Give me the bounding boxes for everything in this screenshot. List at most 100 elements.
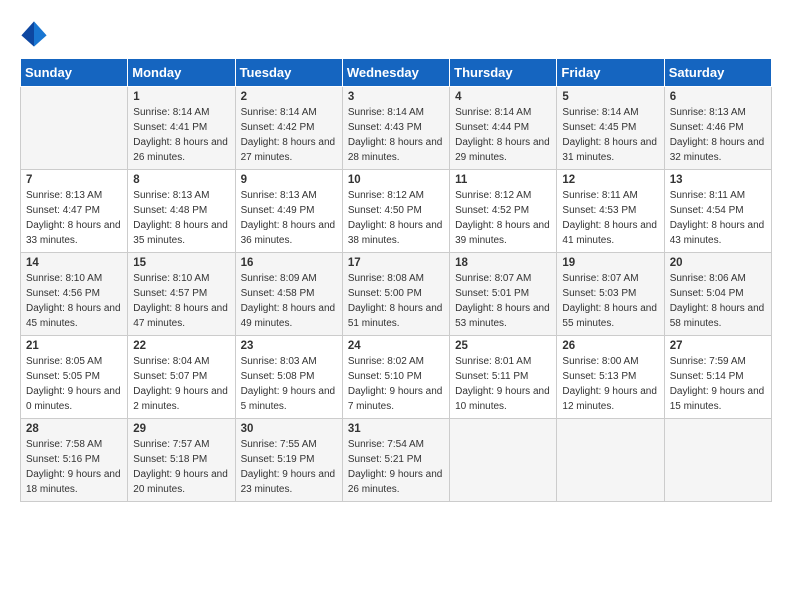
header-friday: Friday (557, 59, 664, 87)
cell-details: Sunrise: 8:07 AM Sunset: 5:01 PM Daylight:… (455, 271, 551, 331)
day-number: 18 (455, 257, 551, 269)
cell-details: Sunrise: 8:09 AMSunset: 4:58 PMDaylight:… (241, 271, 337, 331)
daylight-text: Daylight: 8 hours and 32 minutes. (670, 137, 765, 163)
sunset-text: Sunset: 4:45 PM (562, 122, 636, 133)
cell-details: Sunrise: 8:14 AMSunset: 4:41 PMDaylight:… (133, 105, 229, 165)
day-number: 1 (133, 91, 229, 103)
day-number: 27 (670, 340, 766, 352)
day-cell (664, 419, 771, 502)
cell-details: Sunrise: 8:13 AMSunset: 4:49 PMDaylight:… (241, 188, 337, 248)
day-cell: 29 Sunrise: 7:57 AMSunset: 5:18 PMDayligh… (128, 419, 235, 502)
sunset-text: Sunset: 5:03 PM (562, 288, 636, 299)
day-cell: 7Sunrise: 8:13 AMSunset: 4:47 PMDaylight… (21, 170, 128, 253)
day-number: 24 (348, 340, 444, 352)
cell-details: Sunrise: 8:04 AMSunset: 5:07 PMDaylight:… (133, 354, 229, 414)
daylight-text: Daylight: 8 hours and 31 minutes. (562, 137, 657, 163)
sunset-text: Sunset: 4:54 PM (670, 205, 744, 216)
sunrise-text: Sunrise: 8:14 AM (455, 107, 531, 118)
day-cell: 23Sunrise: 8:03 AMSunset: 5:08 PMDayligh… (235, 336, 342, 419)
sunrise-text: Sunrise: 7:57 AM (133, 439, 209, 450)
day-cell: 24Sunrise: 8:02 AMSunset: 5:10 PMDayligh… (342, 336, 449, 419)
cell-details: Sunrise: 8:10 AMSunset: 4:56 PMDaylight:… (26, 271, 122, 331)
daylight-text: Daylight: 9 hours and 12 minutes. (562, 386, 657, 412)
day-cell: 6Sunrise: 8:13 AMSunset: 4:46 PMDaylight… (664, 87, 771, 170)
cell-details: Sunrise: 7:59 AMSunset: 5:14 PMDaylight:… (670, 354, 766, 414)
calendar-body: 1 Sunrise: 8:14 AMSunset: 4:41 PMDaylight… (21, 87, 772, 502)
day-number: 10 (348, 174, 444, 186)
cell-details: Sunrise: 8:14 AMSunset: 4:42 PMDaylight:… (241, 105, 337, 165)
header-tuesday: Tuesday (235, 59, 342, 87)
day-cell: 21Sunrise: 8:05 AMSunset: 5:05 PMDayligh… (21, 336, 128, 419)
day-cell: 10Sunrise: 8:12 AMSunset: 4:50 PMDayligh… (342, 170, 449, 253)
day-cell: 14Sunrise: 8:10 AMSunset: 4:56 PMDayligh… (21, 253, 128, 336)
logo (20, 20, 52, 48)
sunrise-text: Sunrise: 8:07 AM (455, 273, 531, 284)
week-row-1: 7Sunrise: 8:13 AMSunset: 4:47 PMDaylight… (21, 170, 772, 253)
day-cell: 20Sunrise: 8:06 AMSunset: 5:04 PMDayligh… (664, 253, 771, 336)
daylight-text: Daylight: 9 hours and 7 minutes. (348, 386, 443, 412)
sunset-text: Sunset: 4:57 PM (133, 288, 207, 299)
sunset-text: Sunset: 4:42 PM (241, 122, 315, 133)
cell-details: Sunrise: 8:13 AMSunset: 4:48 PMDaylight:… (133, 188, 229, 248)
daylight-text: Daylight: 8 hours and 41 minutes. (562, 220, 657, 246)
daylight-text: Daylight: 8 hours and 36 minutes. (241, 220, 336, 246)
sunrise-text: Sunrise: 8:13 AM (133, 190, 209, 201)
day-cell: 1 Sunrise: 8:14 AMSunset: 4:41 PMDaylight… (128, 87, 235, 170)
daylight-text: Daylight: 8 hours and 53 minutes. (455, 303, 550, 329)
sunset-text: Sunset: 5:11 PM (455, 371, 528, 382)
daylight-text: Daylight: 8 hours and 58 minutes. (670, 303, 765, 329)
day-cell: 28Sunrise: 7:58 AMSunset: 5:16 PMDayligh… (21, 419, 128, 502)
sunrise-text: Sunrise: 8:14 AM (241, 107, 317, 118)
cell-details: Sunrise: 8:08 AMSunset: 5:00 PMDaylight:… (348, 271, 444, 331)
sunset-text: Sunset: 5:01 PM (455, 288, 529, 299)
day-number: 5 (562, 91, 658, 103)
sunset-text: Sunset: 4:53 PM (562, 205, 636, 216)
sunset-text: Sunset: 5:13 PM (562, 371, 636, 382)
daylight-text: Daylight: 8 hours and 39 minutes. (455, 220, 550, 246)
logo-icon (20, 20, 48, 48)
day-number: 30 (241, 423, 337, 435)
cell-details: Sunrise: 8:03 AMSunset: 5:08 PMDaylight:… (241, 354, 337, 414)
day-cell: 4Sunrise: 8:14 AMSunset: 4:44 PMDaylight… (450, 87, 557, 170)
sunset-text: Sunset: 4:48 PM (133, 205, 207, 216)
cell-details: Sunrise: 8:00 AMSunset: 5:13 PMDaylight:… (562, 354, 658, 414)
day-cell: 15Sunrise: 8:10 AMSunset: 4:57 PMDayligh… (128, 253, 235, 336)
day-number: 15 (133, 257, 229, 269)
cell-details: Sunrise: 7:54 AMSunset: 5:21 PMDaylight:… (348, 437, 444, 497)
day-number: 29 (133, 423, 229, 435)
sunset-text: Sunset: 5:05 PM (26, 371, 100, 382)
day-number: 9 (241, 174, 337, 186)
sunrise-text: Sunrise: 8:14 AM (348, 107, 424, 118)
day-number: 6 (670, 91, 766, 103)
day-cell: 11Sunrise: 8:12 AMSunset: 4:52 PMDayligh… (450, 170, 557, 253)
header (20, 20, 772, 48)
day-cell (21, 87, 128, 170)
daylight-text: Daylight: 8 hours and 49 minutes. (241, 303, 336, 329)
day-cell: 8Sunrise: 8:13 AMSunset: 4:48 PMDaylight… (128, 170, 235, 253)
sunrise-text: Sunrise: 8:12 AM (455, 190, 531, 201)
sunrise-text: Sunrise: 8:10 AM (133, 273, 209, 284)
sunrise-text: Sunrise: 7:58 AM (26, 439, 102, 450)
cell-details: Sunrise: 7:57 AMSunset: 5:18 PMDaylight:… (133, 437, 229, 497)
cell-details: Sunrise: 8:14 AMSunset: 4:44 PMDaylight:… (455, 105, 551, 165)
daylight-text: Daylight: 8 hours and 38 minutes. (348, 220, 443, 246)
week-row-3: 21Sunrise: 8:05 AMSunset: 5:05 PMDayligh… (21, 336, 772, 419)
sunrise-text: Sunrise: 8:13 AM (670, 107, 746, 118)
cell-details: Sunrise: 8:07 AMSunset: 5:03 PMDaylight:… (562, 271, 658, 331)
day-cell: 2Sunrise: 8:14 AMSunset: 4:42 PMDaylight… (235, 87, 342, 170)
daylight-text: Daylight: 8 hours and 43 minutes. (670, 220, 765, 246)
day-cell (450, 419, 557, 502)
cell-details: Sunrise: 8:13 AMSunset: 4:47 PMDaylight:… (26, 188, 122, 248)
header-thursday: Thursday (450, 59, 557, 87)
sunset-text: Sunset: 5:21 PM (348, 454, 422, 465)
sunset-text: Sunset: 5:07 PM (133, 371, 207, 382)
day-cell: 30Sunrise: 7:55 AMSunset: 5:19 PMDayligh… (235, 419, 342, 502)
day-cell: 19Sunrise: 8:07 AMSunset: 5:03 PMDayligh… (557, 253, 664, 336)
cell-details: Sunrise: 8:06 AMSunset: 5:04 PMDaylight:… (670, 271, 766, 331)
cell-details: Sunrise: 7:58 AMSunset: 5:16 PMDaylight:… (26, 437, 122, 497)
sunrise-text: Sunrise: 7:59 AM (670, 356, 746, 367)
sunrise-text: Sunrise: 8:11 AM (670, 190, 745, 201)
daylight-text: Daylight: 9 hours and 18 minutes. (26, 469, 121, 495)
header-sunday: Sunday (21, 59, 128, 87)
daylight-text: Daylight: 9 hours and 2 minutes. (133, 386, 228, 412)
